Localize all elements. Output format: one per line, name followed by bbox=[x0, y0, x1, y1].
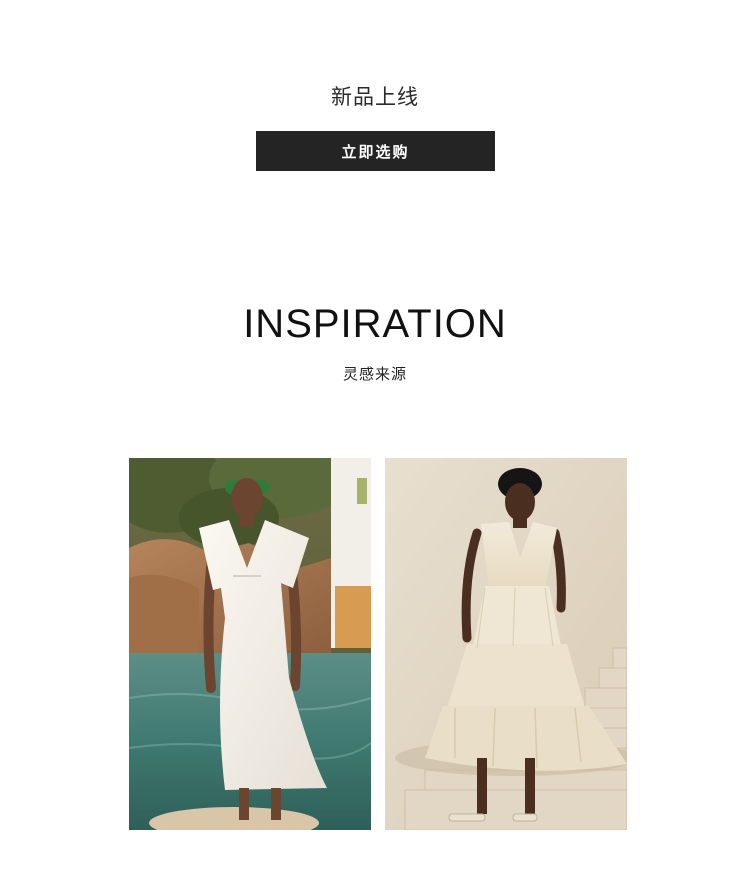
shop-now-button[interactable]: 立即选购 bbox=[256, 131, 495, 171]
model-seaside-photo[interactable] bbox=[129, 458, 371, 830]
seaside-photo-illustration bbox=[129, 458, 371, 830]
model-stairs-photo[interactable] bbox=[385, 458, 627, 830]
inspiration-subtitle: 灵感来源 bbox=[342, 365, 407, 383]
stairs-photo-illustration bbox=[385, 458, 627, 830]
inspiration-heading: INSPIRATION bbox=[243, 302, 507, 346]
new-arrivals-title: 新品上线 bbox=[331, 85, 419, 109]
